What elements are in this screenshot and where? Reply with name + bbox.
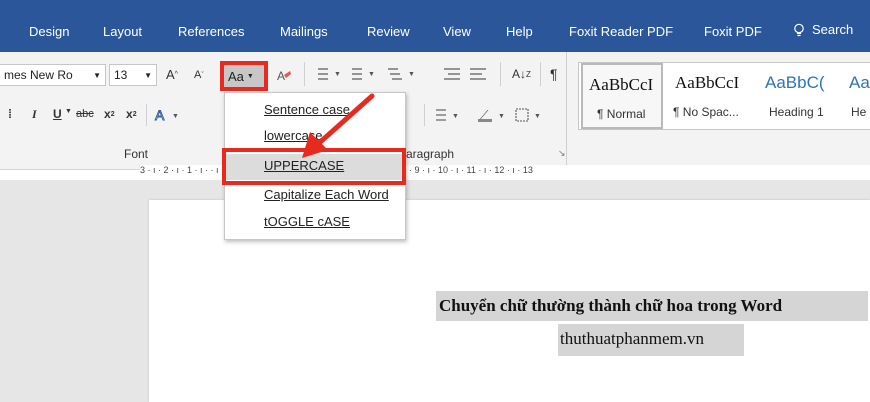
style-heading-2-name: He: [851, 105, 867, 119]
italic-button[interactable]: I: [32, 107, 37, 122]
font-size-value: 13: [114, 68, 128, 82]
svg-text:▼: ▼: [498, 113, 505, 120]
font-name-value: mes New Ro: [4, 68, 73, 82]
text-effects-icon[interactable]: A ▼: [154, 107, 184, 123]
tab-design[interactable]: Design: [29, 24, 69, 39]
svg-text:A: A: [155, 107, 165, 123]
document-line-2[interactable]: thuthuatphanmem.vn: [558, 324, 744, 356]
svg-text:▼: ▼: [172, 113, 179, 120]
paragraph-group-label: aragraph: [406, 147, 455, 161]
tab-review[interactable]: Review: [367, 24, 410, 39]
separator: [566, 52, 567, 170]
style-heading-2-preview: Aa: [849, 73, 870, 92]
svg-text:A: A: [277, 69, 285, 83]
subscript-button[interactable]: x2: [104, 107, 115, 121]
style-heading-2[interactable]: Aa He: [847, 63, 870, 129]
svg-text:▼: ▼: [368, 71, 375, 78]
paragraph-dialog-launcher-icon[interactable]: ↘: [558, 148, 566, 159]
style-normal[interactable]: AaBbCcI ¶ Normal: [581, 63, 663, 129]
tab-mailings[interactable]: Mailings: [280, 24, 328, 39]
sort-label: Z: [526, 69, 531, 79]
shrink-font-label: A: [194, 69, 202, 81]
grow-font-label: A: [166, 67, 175, 82]
separator: [304, 62, 305, 86]
font-size-dropdown-icon[interactable]: ▼: [144, 71, 152, 80]
separator: [500, 62, 501, 86]
change-case-highlight: [220, 61, 268, 91]
tab-foxit-pdf[interactable]: Foxit PDF: [704, 24, 762, 39]
menu-item-toggle-case-label: tOGGLE cASE: [264, 214, 350, 229]
styles-gallery: AaBbCcI ¶ Normal AaBbCcI ¶ No Spac... Aa…: [578, 62, 870, 130]
grow-font-button[interactable]: A ^: [166, 67, 178, 82]
ribbon-home: mes New Ro ▼ 13 ▼ A ^ Aˇ Aa ▼ A ▼ ▼ ▼ A↓ Z ¶…: [0, 52, 870, 170]
document-line-1[interactable]: Chuyển chữ thường thành chữ hoa trong Wo…: [436, 291, 868, 321]
superscript-label: x: [126, 107, 133, 121]
menu-item-toggle-case[interactable]: tOGGLE cASE: [264, 214, 350, 229]
clear-formatting-icon[interactable]: A: [276, 67, 292, 83]
style-heading-1-name: Heading 1: [769, 105, 824, 119]
font-name-dropdown-icon[interactable]: ▼: [93, 71, 101, 80]
separator: [424, 104, 425, 126]
shrink-font-button[interactable]: Aˇ: [194, 69, 204, 81]
separator: [146, 104, 147, 126]
search-label: Search: [812, 22, 854, 37]
tab-view[interactable]: View: [443, 24, 471, 39]
tab-layout[interactable]: Layout: [103, 24, 142, 39]
font-group-label: Font: [124, 147, 149, 161]
style-heading-1-preview: AaBbC(: [765, 73, 825, 92]
svg-text:▼: ▼: [534, 113, 541, 120]
bold-button[interactable]: ⁞: [8, 107, 12, 121]
list-buttons-icon[interactable]: ▼ ▼ ▼: [314, 66, 426, 82]
red-arrow-icon: [302, 93, 375, 158]
tab-help[interactable]: Help: [506, 24, 533, 39]
svg-text:▼: ▼: [452, 113, 459, 120]
svg-text:▼: ▼: [408, 71, 415, 78]
indent-icon[interactable]: [442, 66, 494, 82]
style-no-spacing-name: ¶ No Spac...: [673, 105, 739, 119]
tab-references[interactable]: References: [178, 24, 244, 39]
style-normal-preview: AaBbCcI: [589, 75, 654, 94]
underline-dropdown-icon[interactable]: ▼: [65, 108, 72, 115]
font-name-combobox[interactable]: mes New Ro ▼: [0, 64, 106, 86]
superscript-button[interactable]: x2: [126, 107, 137, 121]
style-normal-name: ¶ Normal: [597, 107, 646, 121]
strikethrough-button[interactable]: abc: [76, 108, 94, 120]
tab-foxit-reader-pdf[interactable]: Foxit Reader PDF: [569, 24, 673, 39]
sort-button[interactable]: A↓ Z: [512, 67, 531, 81]
subscript-label: x: [104, 107, 111, 121]
separator: [540, 62, 541, 86]
font-size-combobox[interactable]: 13 ▼: [109, 64, 157, 86]
style-no-spacing-preview: AaBbCcI: [675, 73, 740, 92]
menu-item-capitalize-each-word[interactable]: Capitalize Each Word: [264, 187, 389, 202]
menu-item-capitalize-each-word-label: Capitalize Each Word: [264, 187, 389, 202]
ribbon-tab-bar: Design Layout References Mailings Review…: [0, 0, 870, 52]
style-heading-1[interactable]: AaBbC( Heading 1: [763, 63, 849, 129]
svg-text:▼: ▼: [334, 71, 341, 78]
lightbulb-icon: [794, 23, 804, 36]
underline-button[interactable]: U: [53, 107, 62, 121]
tell-me-search[interactable]: Search: [792, 22, 853, 37]
style-no-spacing[interactable]: AaBbCcI ¶ No Spac...: [671, 63, 757, 129]
show-formatting-button[interactable]: ¶: [550, 66, 558, 82]
